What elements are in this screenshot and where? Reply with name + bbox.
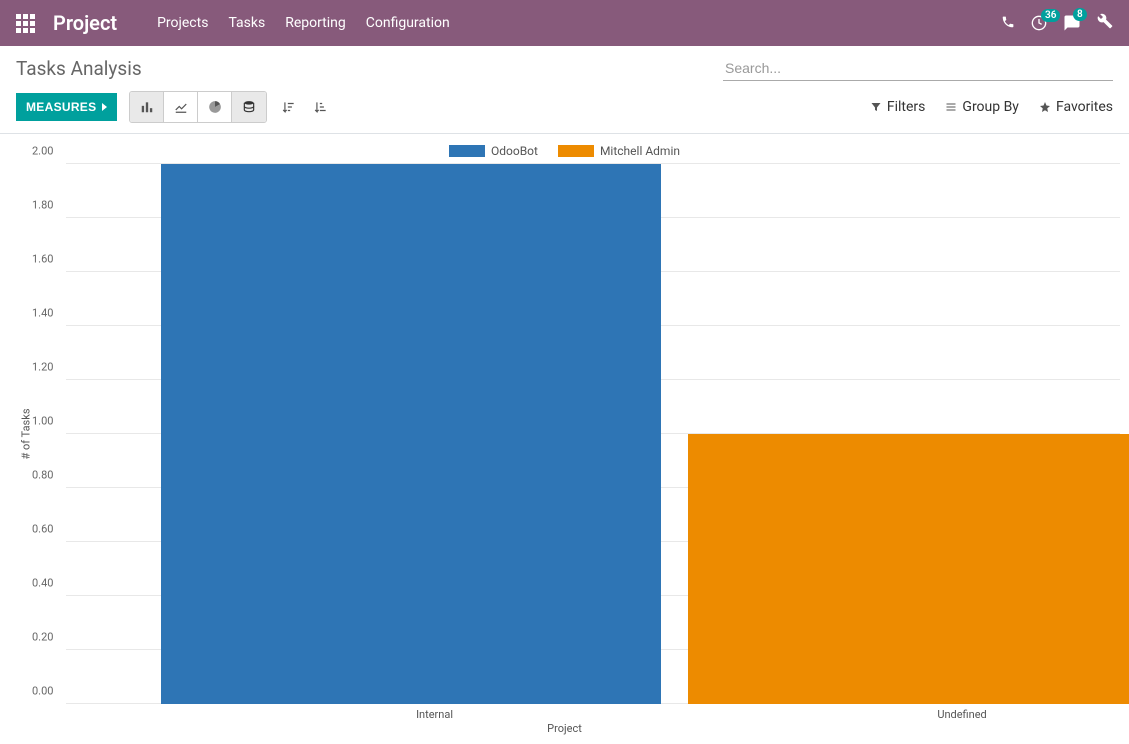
chevron-right-icon: [102, 103, 107, 111]
header-row: Tasks Analysis: [0, 46, 1129, 81]
groupby-label: Group By: [962, 99, 1019, 115]
activity-badge: 36: [1041, 9, 1060, 22]
measures-label: MEASURES: [26, 100, 96, 114]
favorites-label: Favorites: [1056, 99, 1113, 115]
filters-label: Filters: [887, 99, 926, 115]
legend-swatch-2: [558, 145, 594, 157]
chart-bar[interactable]: [688, 434, 1129, 704]
y-tick-label: 1.20: [32, 361, 53, 374]
toolbar-left: MEASURES: [16, 91, 331, 123]
y-tick-label: 1.60: [32, 253, 53, 266]
y-axis-label: # of Tasks: [20, 409, 33, 460]
y-tick-label: 1.80: [32, 199, 53, 212]
topbar-right: 36 8: [1001, 13, 1113, 33]
y-tick-label: 1.00: [32, 415, 53, 428]
legend-item-1[interactable]: OdooBot: [449, 144, 538, 158]
toolbar-right: Filters Group By Favorites: [870, 99, 1113, 115]
y-tick-label: 0.40: [32, 577, 53, 590]
chart-legend: OdooBot Mitchell Admin: [0, 144, 1129, 158]
search-input[interactable]: [723, 56, 1113, 80]
x-axis-label: Project: [0, 722, 1129, 735]
y-tick-label: 0.80: [32, 469, 53, 482]
nav-projects[interactable]: Projects: [157, 15, 208, 31]
bars-container: InternalUndefined: [66, 164, 1120, 704]
search-container: [723, 56, 1113, 81]
sort-group: [279, 97, 331, 117]
chart-category: Undefined: [594, 164, 1121, 704]
y-tick-label: 0.00: [32, 685, 53, 698]
legend-label-2: Mitchell Admin: [600, 144, 680, 158]
y-tick-label: 0.20: [32, 631, 53, 644]
stacked-icon[interactable]: [232, 92, 266, 122]
filter-icon: [870, 101, 882, 113]
y-tick-label: 2.00: [32, 145, 53, 158]
activity-icon[interactable]: 36: [1031, 15, 1047, 31]
nav-configuration[interactable]: Configuration: [366, 15, 450, 31]
list-icon: [945, 101, 957, 113]
bar-chart-icon[interactable]: [130, 92, 164, 122]
star-icon: [1039, 101, 1051, 113]
chart-type-group: [129, 91, 267, 123]
chart-category: Internal: [66, 164, 594, 704]
favorites-button[interactable]: Favorites: [1039, 99, 1113, 115]
groupby-button[interactable]: Group By: [945, 99, 1019, 115]
y-tick-label: 1.40: [32, 307, 53, 320]
chart-plot: # of Tasks 0.000.200.400.600.801.001.201…: [30, 164, 1120, 704]
y-tick-label: 0.60: [32, 523, 53, 536]
x-tick-label: Internal: [171, 708, 698, 721]
nav-tasks[interactable]: Tasks: [228, 15, 265, 31]
toolbar: MEASURES: [0, 81, 1129, 134]
chart-area: OdooBot Mitchell Admin # of Tasks 0.000.…: [0, 134, 1129, 735]
chart-bar[interactable]: [161, 164, 661, 704]
page-title: Tasks Analysis: [16, 57, 142, 80]
legend-item-2[interactable]: Mitchell Admin: [558, 144, 680, 158]
x-tick-label: Undefined: [699, 708, 1129, 721]
line-chart-icon[interactable]: [164, 92, 198, 122]
sort-desc-icon[interactable]: [279, 97, 299, 117]
apps-icon[interactable]: [16, 14, 35, 33]
measures-button[interactable]: MEASURES: [16, 93, 117, 121]
phone-icon[interactable]: [1001, 14, 1015, 33]
nav-links: Projects Tasks Reporting Configuration: [157, 15, 450, 31]
tools-icon[interactable]: [1097, 13, 1113, 33]
chat-icon[interactable]: 8: [1063, 14, 1081, 32]
sort-asc-icon[interactable]: [311, 97, 331, 117]
nav-reporting[interactable]: Reporting: [285, 15, 346, 31]
top-bar: Project Projects Tasks Reporting Configu…: [0, 0, 1129, 46]
chat-badge: 8: [1073, 8, 1087, 21]
pie-chart-icon[interactable]: [198, 92, 232, 122]
legend-swatch-1: [449, 145, 485, 157]
legend-label-1: OdooBot: [491, 144, 538, 158]
brand-title: Project: [53, 11, 117, 35]
filters-button[interactable]: Filters: [870, 99, 926, 115]
plot-inner: 0.000.200.400.600.801.001.201.401.601.80…: [66, 164, 1120, 704]
